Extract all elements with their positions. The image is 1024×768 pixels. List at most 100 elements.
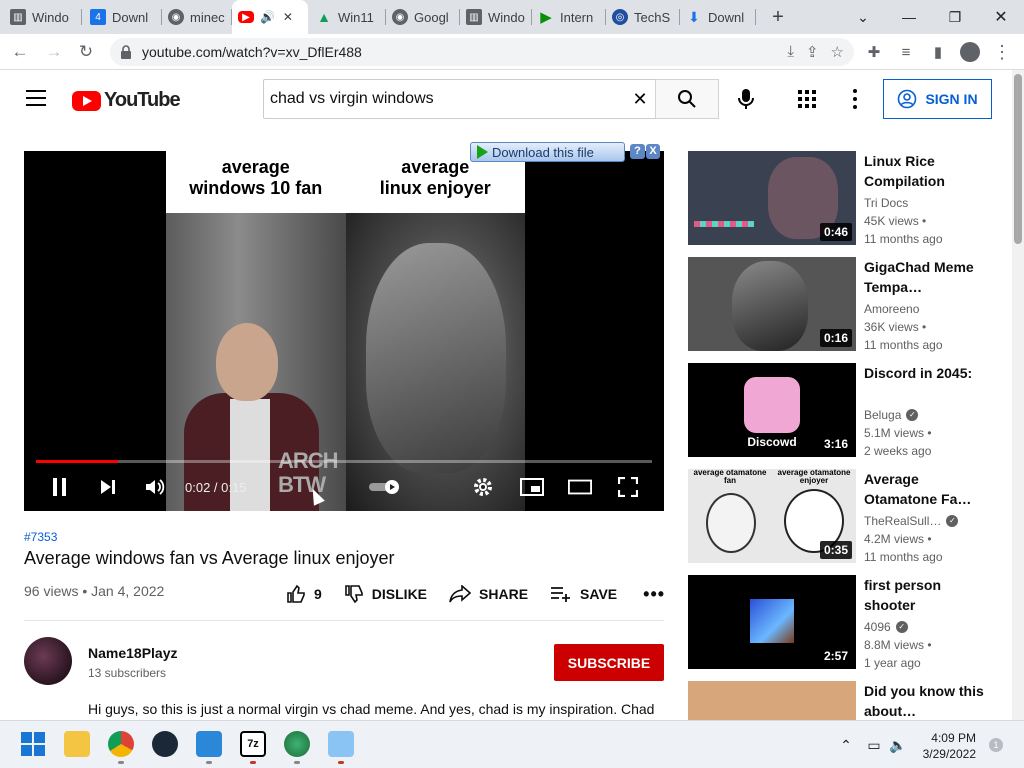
theater-mode-button[interactable] xyxy=(568,475,592,499)
related-video-title[interactable]: GigaChad Meme Tempa… xyxy=(864,257,994,297)
pause-button[interactable] xyxy=(48,475,72,499)
fullscreen-button[interactable] xyxy=(616,475,640,499)
more-actions-icon[interactable]: ••• xyxy=(643,584,665,605)
guide-menu-icon[interactable] xyxy=(26,90,46,106)
mute-button[interactable] xyxy=(143,475,167,499)
tab-win11[interactable]: ▲ Win11 xyxy=(310,0,386,34)
dislike-button[interactable]: DISLIKE xyxy=(344,584,427,604)
video-thumbnail[interactable]: 2:57 xyxy=(688,575,856,669)
youtube-logo[interactable]: YouTube xyxy=(72,89,181,112)
related-channel[interactable]: Beluga ✓ xyxy=(864,408,919,422)
tray-overflow-chevron-icon[interactable]: ⌃ xyxy=(836,735,856,755)
related-video-item[interactable]: 0:46 Linux Rice Compilation Tri Docs 45K vi… xyxy=(688,151,1008,247)
clear-search-icon[interactable]: ✕ xyxy=(625,89,655,110)
remote-desktop-icon[interactable] xyxy=(328,731,354,757)
reload-icon[interactable]: ↻ xyxy=(74,40,98,64)
related-video-title[interactable]: Did you know this about… xyxy=(864,681,994,721)
install-app-icon[interactable]: ⤓ xyxy=(787,43,794,61)
tab-youtube-active[interactable]: ▶ 🔊 ✕ xyxy=(232,0,308,34)
address-bar[interactable]: youtube.com/watch?v=xv_DflEr488 ⤓ ⇪ ☆ xyxy=(110,38,854,66)
download-close-button[interactable]: X xyxy=(646,144,660,159)
restore-icon[interactable]: ❐ xyxy=(932,0,978,34)
extensions-puzzle-icon[interactable]: ✚ xyxy=(862,40,886,64)
youtube-apps-grid-icon[interactable] xyxy=(798,90,816,108)
thumb-caption-right: average otamatone enjoyer xyxy=(777,469,851,485)
internet-download-manager-icon[interactable] xyxy=(284,731,310,757)
volume-tray-icon[interactable]: 🔈 xyxy=(888,735,908,755)
tab-windows-1[interactable]: ▥ Windo xyxy=(4,0,82,34)
video-thumbnail[interactable]: 0:46 xyxy=(688,151,856,245)
search-input[interactable]: chad vs virgin windows ✕ xyxy=(263,79,656,119)
tab-windows-2[interactable]: ▥ Windo xyxy=(460,0,532,34)
share-page-icon[interactable]: ⇪ xyxy=(806,43,819,61)
tab-internet[interactable]: ▶ Intern xyxy=(532,0,606,34)
related-video-title[interactable]: Average Otamatone Fa… xyxy=(864,469,994,509)
bookmark-star-icon[interactable]: ☆ xyxy=(831,43,844,61)
page-scrollbar[interactable] xyxy=(1012,70,1024,720)
steam-icon[interactable] xyxy=(152,731,178,757)
7zip-icon[interactable]: 7z xyxy=(240,731,266,757)
notepad-icon[interactable] xyxy=(196,731,222,757)
tab-google[interactable]: ◉ Googl xyxy=(386,0,460,34)
channel-name[interactable]: Name18Playz xyxy=(88,645,178,661)
related-video-item[interactable]: average otamatone fan average otamatone e… xyxy=(688,469,1008,565)
voice-search-mic-icon[interactable] xyxy=(736,88,756,110)
video-thumbnail[interactable]: Discowd 3:16 xyxy=(688,363,856,457)
related-video-item[interactable]: Discowd 3:16 Discord in 2045: Beluga ✓ 5.1M v… xyxy=(688,363,1008,459)
related-age: 11 months ago xyxy=(864,232,943,246)
autoplay-toggle[interactable] xyxy=(368,475,402,499)
related-video-title[interactable]: Discord in 2045: xyxy=(864,363,994,383)
close-window-icon[interactable]: ✕ xyxy=(978,0,1024,34)
next-button[interactable] xyxy=(96,475,120,499)
scrollbar-thumb[interactable] xyxy=(1014,74,1022,244)
tab-techspot[interactable]: ◎ TechS xyxy=(606,0,680,34)
miniplayer-button[interactable] xyxy=(520,475,544,499)
related-video-title[interactable]: Linux Rice Compilation xyxy=(864,151,994,191)
forward-arrow-icon[interactable]: → xyxy=(42,40,66,64)
url-text: youtube.com/watch?v=xv_DflEr488 xyxy=(142,44,362,60)
chrome-icon[interactable] xyxy=(108,731,134,757)
hashtag-link[interactable]: #7353 xyxy=(24,530,57,544)
download-help-button[interactable]: ? xyxy=(630,144,645,159)
media-control-icon[interactable]: ≡ xyxy=(894,40,918,64)
channel-avatar[interactable] xyxy=(24,637,72,685)
network-icon[interactable]: ▭ xyxy=(864,735,884,755)
tab-download-2[interactable]: ⬇ Downl xyxy=(680,0,756,34)
share-button[interactable]: SHARE xyxy=(449,585,528,603)
sign-in-button[interactable]: SIGN IN xyxy=(883,79,992,119)
related-channel[interactable]: TheRealSull… ✓ xyxy=(864,514,959,528)
subscribe-button[interactable]: SUBSCRIBE xyxy=(554,644,664,681)
like-button[interactable]: 9 xyxy=(286,584,322,604)
download-this-file-button[interactable]: Download this file xyxy=(470,142,625,162)
video-thumbnail[interactable]: average otamatone fan average otamatone e… xyxy=(688,469,856,563)
tab-download-1[interactable]: 4 Downl xyxy=(84,0,162,34)
related-channel[interactable]: Amoreeno xyxy=(864,302,919,316)
save-button[interactable]: SAVE xyxy=(550,585,617,603)
windows-start-icon[interactable] xyxy=(20,731,46,757)
side-panel-icon[interactable]: ▮ xyxy=(926,40,950,64)
related-channel[interactable]: 4096 ✓ xyxy=(864,620,908,634)
back-arrow-icon[interactable]: ← xyxy=(8,40,32,64)
notification-badge[interactable]: 1 xyxy=(989,738,1003,752)
verified-check-icon: ✓ xyxy=(895,621,908,633)
minimize-icon[interactable]: — xyxy=(886,0,932,34)
browser-menu-icon[interactable]: ⋮ xyxy=(990,40,1014,64)
video-player[interactable]: average windows 10 fan average linux enj… xyxy=(24,151,664,511)
settings-more-icon[interactable] xyxy=(852,89,858,109)
file-explorer-icon[interactable] xyxy=(64,731,90,757)
close-tab-icon[interactable]: ✕ xyxy=(281,10,295,24)
system-clock[interactable]: 4:09 PM 3/29/2022 xyxy=(920,730,976,762)
related-video-item[interactable]: 2:57 first person shooter 4096 ✓ 8.8M views … xyxy=(688,575,1008,671)
related-channel[interactable]: Tri Docs xyxy=(864,196,908,210)
tab-search-chevron-icon[interactable]: ⌄ xyxy=(840,0,886,34)
related-video-item[interactable]: 0:16 GigaChad Meme Tempa… Amoreeno 36K view… xyxy=(688,257,1008,353)
related-video-title[interactable]: first person shooter xyxy=(864,575,994,615)
new-tab-plus-icon[interactable]: + xyxy=(766,5,790,29)
tab-label: Downl xyxy=(112,9,149,25)
progress-bar[interactable] xyxy=(36,460,652,463)
search-button[interactable] xyxy=(655,79,719,119)
tab-minecraft[interactable]: ◉ minec xyxy=(162,0,232,34)
settings-button[interactable] xyxy=(471,475,495,499)
video-thumbnail[interactable]: 0:16 xyxy=(688,257,856,351)
profile-avatar-icon[interactable] xyxy=(958,40,982,64)
